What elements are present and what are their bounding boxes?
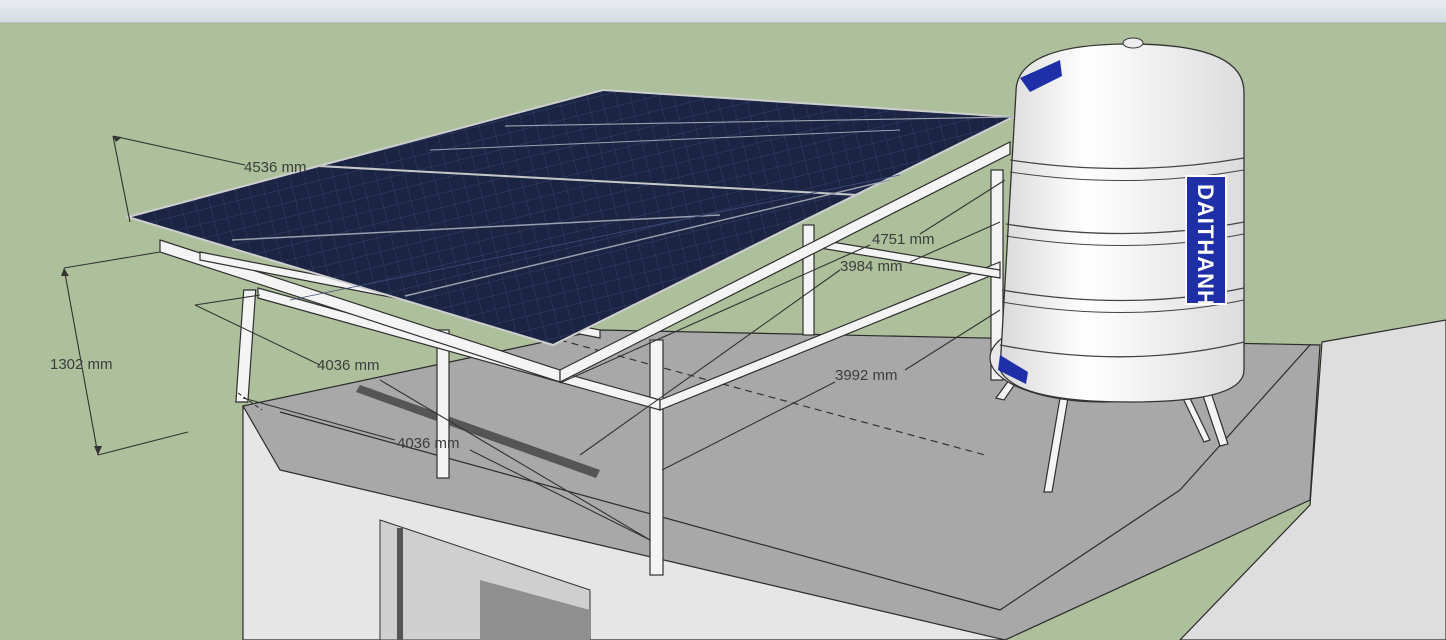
dim-height-left: 1302 mm [50, 356, 113, 373]
dim-depth-front: 4036 mm [317, 357, 380, 374]
model-scene: DAITHANH 4536 mm 1302 mm 4036 mm 4036 mm… [50, 37, 1446, 640]
dim-depth-base: 4036 mm [397, 435, 460, 452]
frame-post [649, 339, 664, 576]
dim-diag-mid: 3984 mm [840, 258, 903, 275]
dim-diag-base: 3992 mm [835, 367, 898, 384]
tank-brand-text: DAITHANH [1193, 184, 1218, 307]
sketchup-viewport[interactable]: DAITHANH 4536 mm 1302 mm 4036 mm 4036 mm… [0, 0, 1446, 640]
dim-width-top: 4536 mm [244, 159, 307, 176]
dim-diag-long: 4751 mm [872, 231, 935, 248]
frame-post [436, 329, 450, 479]
frame-post [235, 289, 257, 403]
